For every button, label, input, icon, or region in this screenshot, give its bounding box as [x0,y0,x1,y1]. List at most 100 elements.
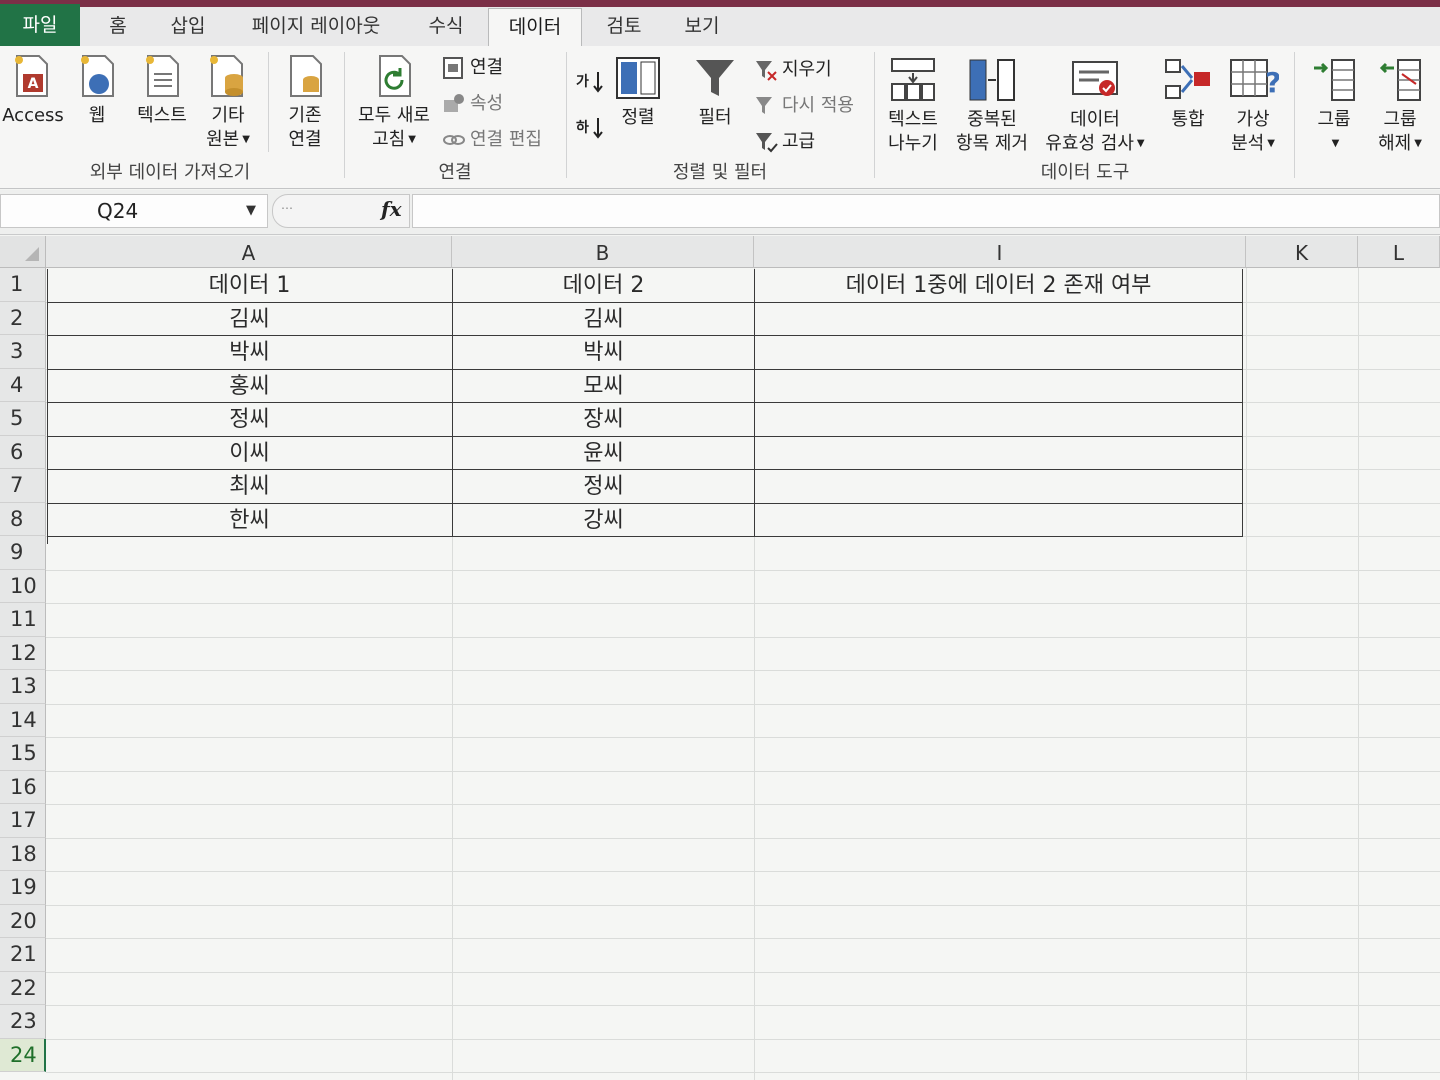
column-header-a[interactable]: A [46,236,452,268]
table-header-cell[interactable]: 데이터 2 [453,269,755,303]
tab-review[interactable]: 검토 [596,8,652,46]
tab-home[interactable]: 홈 [96,8,140,46]
table-cell[interactable] [755,369,1243,403]
row-header[interactable]: 16 [0,770,46,804]
edit-links-button[interactable]: 연결 편집 [442,126,542,154]
row-header[interactable]: 12 [0,636,46,670]
chevron-down-icon: ▼ [242,134,250,145]
row-header[interactable]: 6 [0,435,46,469]
table-cell[interactable] [755,470,1243,504]
existing-connections-button[interactable]: 기존 연결 [276,52,334,152]
table-cell[interactable]: 모씨 [453,369,755,403]
column-header-i[interactable]: I [754,236,1246,268]
connections-button[interactable]: 연결 [442,54,503,82]
advanced-filter-button[interactable]: 고급 [754,128,815,156]
table-cell[interactable]: 한씨 [47,503,453,537]
refresh-all-button[interactable]: 모두 새로 고침 ▼ [350,52,438,152]
row-header[interactable]: 5 [0,402,46,436]
table-cell[interactable]: 장씨 [453,403,755,437]
table-cell[interactable] [755,403,1243,437]
web-button[interactable]: 웹 [70,52,124,128]
column-header-b[interactable]: B [452,236,754,268]
insert-function-icon[interactable]: fx [381,197,402,221]
row-header[interactable]: 8 [0,502,46,536]
remove-duplicates-button[interactable]: 중복된 항목 제거 [948,56,1036,156]
text-to-columns-button[interactable]: 텍스트 나누기 [880,56,946,156]
row-header[interactable]: 3 [0,335,46,369]
row-header[interactable]: 22 [0,971,46,1005]
other-sources-label-2: 원본 [206,129,240,150]
data-validation-icon [1072,61,1118,96]
row-header[interactable]: 10 [0,569,46,603]
tab-data[interactable]: 데이터 [488,8,582,49]
more-icon: ⋯ [281,201,293,215]
row-header[interactable]: 17 [0,804,46,838]
row-header[interactable]: 4 [0,368,46,402]
table-cell[interactable] [755,436,1243,470]
row-header[interactable]: 1 [0,268,46,302]
worksheet-grid[interactable]: A B I K L 1 2 3 4 5 6 7 8 9 10 11 12 13 14 15 16 17 18 19 2… [0,236,1440,1080]
name-box[interactable]: Q24 [0,194,268,228]
reapply-button[interactable]: 다시 적용 [754,92,854,120]
ungroup-button[interactable]: 그룹 해제 ▼ [1370,56,1430,156]
column-header-k[interactable]: K [1246,236,1358,268]
table-cell[interactable]: 김씨 [453,302,755,336]
tab-view[interactable]: 보기 [674,8,730,46]
table-cell[interactable]: 이씨 [47,436,453,470]
row-header[interactable]: 19 [0,871,46,905]
tab-file[interactable]: 파일 [0,4,80,46]
row-header[interactable]: 14 [0,703,46,737]
row-header[interactable]: 20 [0,904,46,938]
from-text-button[interactable]: 텍스트 [130,52,194,128]
data-validation-button[interactable]: 데이터 유효성 검사 ▼ [1036,56,1154,156]
tab-formulas[interactable]: 수식 [418,8,474,46]
table-cell[interactable]: 윤씨 [453,436,755,470]
table-cell[interactable] [755,302,1243,336]
properties-button[interactable]: 속성 [442,90,503,118]
chevron-down-icon[interactable]: ▼ [246,194,256,228]
table-cell[interactable] [755,336,1243,370]
row-header[interactable]: 2 [0,301,46,335]
formula-input[interactable] [412,194,1440,228]
tab-insert[interactable]: 삽입 [160,8,216,46]
table-cell[interactable]: 홍씨 [47,369,453,403]
row-header[interactable]: 23 [0,1005,46,1039]
table-cell[interactable]: 박씨 [453,336,755,370]
tab-page-layout[interactable]: 페이지 레이아웃 [238,8,394,46]
table-cell[interactable]: 정씨 [453,470,755,504]
table-cell[interactable] [755,503,1243,537]
gridline [46,636,1440,638]
clear-filter-button[interactable]: 지우기 [754,56,832,84]
sort-button[interactable]: 정렬 [612,56,664,130]
row-header[interactable]: 13 [0,670,46,704]
filter-funnel-icon [696,60,734,96]
table-header-cell[interactable]: 데이터 1 [47,269,453,303]
sort-ascending-button[interactable]: 가 [576,68,608,96]
other-sources-button[interactable]: 기타 원본 ▼ [198,52,258,152]
sort-descending-button[interactable]: 하 [576,114,608,142]
access-icon: A [15,55,48,97]
consolidate-button[interactable]: 통합 [1160,56,1216,132]
column-header-l[interactable]: L [1358,236,1440,268]
row-header[interactable]: 11 [0,603,46,637]
table-cell[interactable]: 최씨 [47,470,453,504]
row-header[interactable]: 7 [0,469,46,503]
from-text-label: 텍스트 [137,105,187,126]
gridline [46,837,1440,839]
existing-connections-icon [290,55,322,97]
table-header-cell[interactable]: 데이터 1중에 데이터 2 존재 여부 [755,269,1243,303]
table-cell[interactable]: 김씨 [47,302,453,336]
row-header[interactable]: 9 [0,536,46,570]
table-cell[interactable]: 강씨 [453,503,755,537]
row-header[interactable]: 15 [0,737,46,771]
filter-button[interactable]: 필터 [686,56,744,130]
table-cell[interactable]: 정씨 [47,403,453,437]
row-header[interactable]: 21 [0,938,46,972]
row-header[interactable]: 24 [0,1038,46,1072]
row-header[interactable]: 18 [0,837,46,871]
access-button[interactable]: A Access [2,52,64,128]
select-all-button[interactable] [0,236,46,268]
what-if-analysis-button[interactable]: ? 가상 분석▼ [1222,56,1284,156]
table-cell[interactable]: 박씨 [47,336,453,370]
group-button[interactable]: 그룹 ▼ [1304,56,1364,156]
